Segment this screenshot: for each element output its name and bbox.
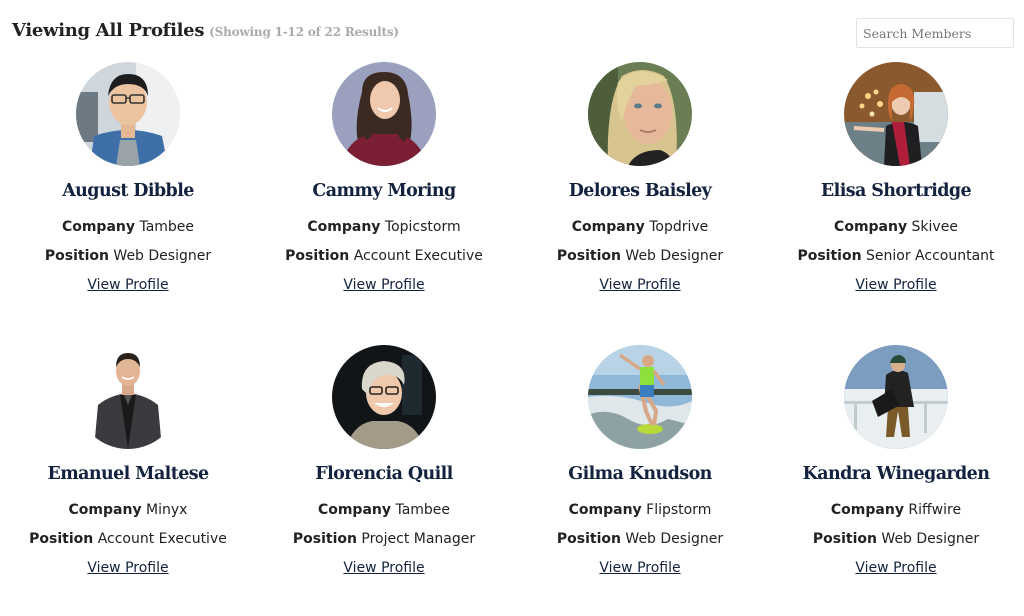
- position-value: Web Designer: [625, 248, 724, 264]
- member-card: Cammy Moring Company Topicstorm Position…: [256, 62, 512, 300]
- position-label: Position: [44, 248, 109, 264]
- member-card: Delores Baisley Company Topdrive Positio…: [512, 62, 768, 300]
- member-name: Florencia Quill: [315, 464, 453, 484]
- position-value: Web Designer: [113, 248, 212, 264]
- company-value: Topdrive: [649, 219, 709, 235]
- avatar[interactable]: [332, 62, 436, 166]
- position-label: Position: [797, 248, 862, 264]
- member-company: Company Tambee: [0, 213, 256, 242]
- company-label: Company: [61, 219, 135, 235]
- position-label: Position: [556, 531, 621, 547]
- avatar[interactable]: [588, 62, 692, 166]
- company-value: Minyx: [146, 502, 188, 518]
- member-position: Position Web Designer: [0, 242, 256, 271]
- member-position: Position Web Designer: [512, 525, 768, 554]
- member-position: Position Web Designer: [512, 242, 768, 271]
- member-company: Company Topicstorm: [256, 213, 512, 242]
- position-label: Position: [292, 531, 357, 547]
- position-value: Web Designer: [625, 531, 724, 547]
- member-card: Florencia Quill Company Tambee Position …: [256, 345, 512, 583]
- member-name: Kandra Winegarden: [802, 464, 990, 484]
- company-value: Tambee: [395, 502, 451, 518]
- view-profile-link[interactable]: View Profile: [599, 271, 680, 300]
- company-label: Company: [568, 502, 642, 518]
- company-value: Skivee: [911, 219, 958, 235]
- member-company: Company Skivee: [768, 213, 1024, 242]
- company-label: Company: [830, 502, 904, 518]
- view-profile-link[interactable]: View Profile: [87, 554, 168, 583]
- member-position: Position Account Executive: [256, 242, 512, 271]
- member-name: Emanuel Maltese: [47, 464, 209, 484]
- avatar[interactable]: [76, 62, 180, 166]
- member-card: August Dibble Company Tambee Position We…: [0, 62, 256, 300]
- member-name: August Dibble: [62, 181, 194, 201]
- company-value: Riffwire: [908, 502, 962, 518]
- member-card: Kandra Winegarden Company Riffwire Posit…: [768, 345, 1024, 583]
- member-name: Cammy Moring: [312, 181, 456, 201]
- view-profile-link[interactable]: View Profile: [855, 271, 936, 300]
- avatar[interactable]: [588, 345, 692, 449]
- avatar[interactable]: [76, 345, 180, 449]
- member-card: Emanuel Maltese Company Minyx Position A…: [0, 345, 256, 583]
- position-value: Project Manager: [361, 531, 476, 547]
- company-label: Company: [317, 502, 391, 518]
- company-label: Company: [307, 219, 381, 235]
- position-value: Senior Accountant: [866, 248, 995, 264]
- position-label: Position: [285, 248, 350, 264]
- avatar[interactable]: [844, 345, 948, 449]
- page-title: Viewing All Profiles: [12, 20, 205, 41]
- view-profile-link[interactable]: View Profile: [855, 554, 936, 583]
- member-position: Position Senior Accountant: [768, 242, 1024, 271]
- member-position: Position Account Executive: [0, 525, 256, 554]
- result-count: (Showing 1-12 of 22 Results): [209, 25, 399, 39]
- member-name: Delores Baisley: [568, 181, 712, 201]
- member-company: Company Flipstorm: [512, 496, 768, 525]
- page-header: Viewing All Profiles (Showing 1-12 of 22…: [12, 20, 399, 41]
- company-value: Topicstorm: [384, 219, 461, 235]
- member-name: Gilma Knudson: [568, 464, 712, 484]
- member-company: Company Riffwire: [768, 496, 1024, 525]
- view-profile-link[interactable]: View Profile: [87, 271, 168, 300]
- position-value: Account Executive: [97, 531, 227, 547]
- company-label: Company: [571, 219, 645, 235]
- position-value: Web Designer: [881, 531, 980, 547]
- member-company: Company Minyx: [0, 496, 256, 525]
- member-name: Elisa Shortridge: [820, 181, 972, 201]
- position-value: Account Executive: [353, 248, 483, 264]
- company-label: Company: [68, 502, 142, 518]
- member-position: Position Project Manager: [256, 525, 512, 554]
- position-label: Position: [556, 248, 621, 264]
- position-label: Position: [29, 531, 94, 547]
- member-position: Position Web Designer: [768, 525, 1024, 554]
- view-profile-link[interactable]: View Profile: [343, 554, 424, 583]
- position-label: Position: [812, 531, 877, 547]
- company-value: Flipstorm: [646, 502, 712, 518]
- member-company: Company Tambee: [256, 496, 512, 525]
- company-value: Tambee: [139, 219, 195, 235]
- view-profile-link[interactable]: View Profile: [599, 554, 680, 583]
- member-card: Gilma Knudson Company Flipstorm Position…: [512, 345, 768, 583]
- avatar[interactable]: [844, 62, 948, 166]
- company-label: Company: [834, 219, 908, 235]
- search-members-input[interactable]: [856, 18, 1014, 48]
- avatar[interactable]: [332, 345, 436, 449]
- member-card: Elisa Shortridge Company Skivee Position…: [768, 62, 1024, 300]
- member-company: Company Topdrive: [512, 213, 768, 242]
- view-profile-link[interactable]: View Profile: [343, 271, 424, 300]
